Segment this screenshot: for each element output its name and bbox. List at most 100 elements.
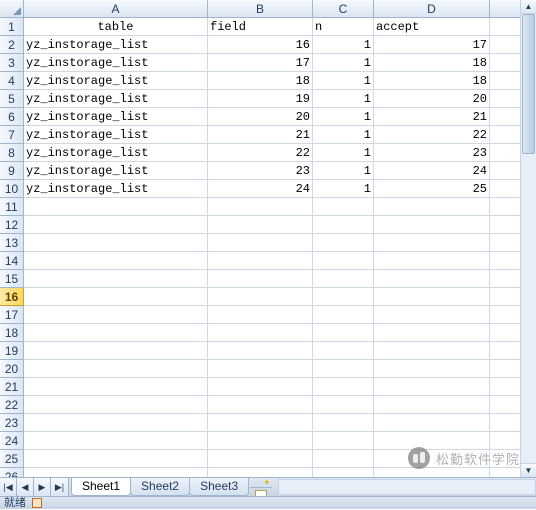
cell[interactable] [24,378,208,396]
cell[interactable]: 1 [313,36,374,54]
row-header[interactable]: 1 [0,18,24,36]
cell[interactable] [24,414,208,432]
row-header[interactable]: 4 [0,72,24,90]
cell[interactable] [208,216,313,234]
cell[interactable] [24,324,208,342]
row-header[interactable]: 3 [0,54,24,72]
cell[interactable]: yz_instorage_list [24,108,208,126]
scroll-down-arrow[interactable]: ▼ [521,463,536,477]
cell[interactable] [24,360,208,378]
column-header[interactable]: A [24,0,208,18]
cell[interactable]: 24 [374,162,490,180]
cell[interactable]: 20 [208,108,313,126]
cell[interactable]: 1 [313,126,374,144]
cell[interactable]: 1 [313,90,374,108]
cell[interactable] [208,306,313,324]
cell[interactable] [24,198,208,216]
row-header[interactable]: 5 [0,90,24,108]
row-header[interactable]: 16 [0,288,24,306]
record-macro-icon[interactable] [32,498,42,508]
cell[interactable]: 17 [208,54,313,72]
row-header[interactable]: 11 [0,198,24,216]
column-header[interactable]: C [313,0,374,18]
cell[interactable]: 18 [208,72,313,90]
cell[interactable] [313,288,374,306]
cell[interactable] [313,324,374,342]
cell[interactable] [208,198,313,216]
cell[interactable] [313,234,374,252]
cell[interactable]: 16 [208,36,313,54]
cell[interactable]: 19 [208,90,313,108]
row-header[interactable]: 22 [0,396,24,414]
tab-nav-next[interactable]: ▶ [34,478,51,496]
row-header[interactable]: 7 [0,126,24,144]
row-header[interactable]: 2 [0,36,24,54]
cell[interactable] [374,324,490,342]
cell[interactable]: yz_instorage_list [24,180,208,198]
cell[interactable] [374,234,490,252]
cell[interactable] [208,252,313,270]
cell[interactable]: 22 [208,144,313,162]
cell[interactable] [24,342,208,360]
cell[interactable] [313,270,374,288]
row-header[interactable]: 13 [0,234,24,252]
cell[interactable]: yz_instorage_list [24,54,208,72]
cell[interactable]: 17 [374,36,490,54]
cell[interactable] [313,432,374,450]
cell[interactable]: yz_instorage_list [24,72,208,90]
cell[interactable] [374,360,490,378]
cell[interactable] [24,234,208,252]
row-header[interactable]: 17 [0,306,24,324]
cell[interactable] [24,432,208,450]
cell[interactable] [374,306,490,324]
cell[interactable] [313,342,374,360]
cell[interactable]: 1 [313,180,374,198]
cell[interactable] [208,432,313,450]
cell[interactable] [24,396,208,414]
sheet-tab[interactable]: Sheet1 [71,478,131,496]
row-header[interactable]: 24 [0,432,24,450]
scroll-up-arrow[interactable]: ▲ [521,0,536,14]
cell[interactable] [208,324,313,342]
cell[interactable]: yz_instorage_list [24,90,208,108]
vertical-scrollbar[interactable]: ▲ ▼ [520,0,536,477]
cell[interactable] [208,234,313,252]
cell[interactable]: 1 [313,162,374,180]
cell[interactable] [24,252,208,270]
cell[interactable] [374,414,490,432]
cell[interactable] [24,270,208,288]
cell[interactable]: 23 [208,162,313,180]
scroll-thumb[interactable] [522,14,535,154]
cell[interactable] [208,396,313,414]
cell[interactable]: field [208,18,313,36]
row-header[interactable]: 8 [0,144,24,162]
cell[interactable]: 18 [374,54,490,72]
cell[interactable] [374,396,490,414]
cell[interactable]: 1 [313,144,374,162]
cell[interactable] [208,270,313,288]
cell[interactable] [208,288,313,306]
cell[interactable] [313,396,374,414]
row-header[interactable]: 9 [0,162,24,180]
cell[interactable] [313,378,374,396]
cell[interactable] [313,198,374,216]
cell[interactable] [374,288,490,306]
sheet-tab[interactable]: Sheet2 [130,478,190,496]
row-header[interactable]: 10 [0,180,24,198]
cell[interactable] [374,270,490,288]
cell[interactable] [374,252,490,270]
cell[interactable]: 1 [313,54,374,72]
cell[interactable]: 23 [374,144,490,162]
cell[interactable] [24,288,208,306]
cell[interactable] [374,342,490,360]
cell[interactable]: 21 [208,126,313,144]
tab-nav-prev[interactable]: ◀ [17,478,34,496]
row-header[interactable]: 18 [0,324,24,342]
cell[interactable]: yz_instorage_list [24,144,208,162]
row-header[interactable]: 20 [0,360,24,378]
row-header[interactable]: 6 [0,108,24,126]
cell[interactable]: yz_instorage_list [24,162,208,180]
cell[interactable] [374,450,490,468]
cell[interactable]: accept [374,18,490,36]
cell[interactable] [208,360,313,378]
